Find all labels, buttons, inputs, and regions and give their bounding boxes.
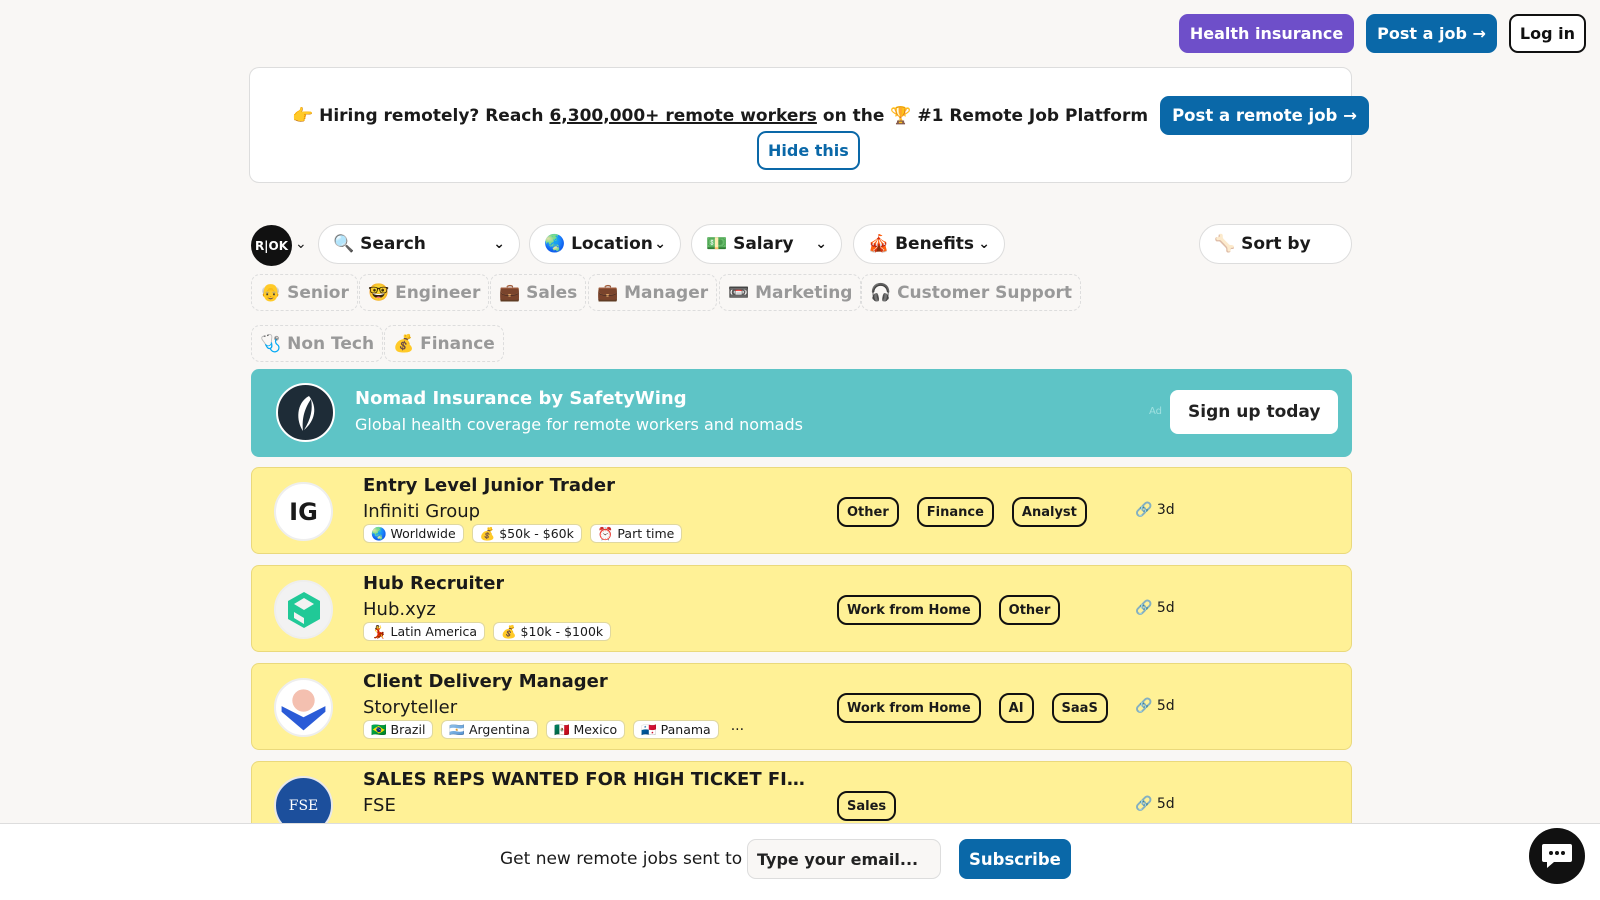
salary-badge: 💰 $50k - $60k <box>471 524 582 543</box>
post-job-button[interactable]: Post a job → <box>1366 14 1497 53</box>
posted-time: 🔗 5d <box>1135 600 1175 616</box>
company-logo-text: IG <box>289 497 318 526</box>
job-tag[interactable]: Sales <box>837 791 897 821</box>
company-name: Hub.xyz <box>363 599 436 620</box>
job-tag[interactable]: SaaS <box>1051 693 1108 723</box>
job-meta: 💃 Latin America 💰 $10k - $100k <box>363 622 612 641</box>
location-badge: 🇵🇦 Panama <box>633 720 719 739</box>
subscribe-text: Get new remote jobs sent to <box>500 849 743 869</box>
banner-suffix: on the 🏆 #1 Remote Job Platform <box>822 105 1149 126</box>
feather-icon <box>276 383 335 442</box>
posted-time: 🔗 5d <box>1135 698 1175 714</box>
sign-up-button[interactable]: Sign up today <box>1170 390 1339 434</box>
subscribe-bar: Get new remote jobs sent to Subscribe <box>0 823 1600 900</box>
location-badge: 💃 Latin America <box>363 622 485 641</box>
chevron-down-icon: ⌄ <box>978 236 990 252</box>
job-title[interactable]: Entry Level Junior Trader <box>363 475 615 496</box>
tag-marketing[interactable]: 📼 Marketing <box>719 274 862 311</box>
job-tag[interactable]: Other <box>837 497 899 527</box>
company-name: Infiniti Group <box>363 501 481 522</box>
job-title[interactable]: SALES REPS WANTED FOR HIGH TICKET FINANC… <box>363 769 813 790</box>
company-logo <box>274 678 333 737</box>
site-logo[interactable]: R|OK <box>251 225 292 266</box>
filter-bar: R|OK ⌄ 🔍 Search ⌄ 🌏 Location ⌄ 💵 Salary … <box>251 224 1352 266</box>
job-tag[interactable]: Analyst <box>1011 497 1087 527</box>
company-name: FSE <box>363 795 396 816</box>
subscribe-button[interactable]: Subscribe <box>959 839 1071 879</box>
job-tags: Work from Home Other <box>837 595 1061 625</box>
company-name: Storyteller <box>363 697 458 718</box>
email-input[interactable] <box>747 839 941 879</box>
hiring-banner: 👉 Hiring remotely? Reach 6,300,000+ remo… <box>249 67 1369 183</box>
location-badge: 🇦🇷 Argentina <box>441 720 538 739</box>
health-insurance-button[interactable]: Health insurance <box>1178 14 1355 53</box>
ad-title: Nomad Insurance by SafetyWing <box>355 388 687 409</box>
company-logo <box>274 580 333 639</box>
chat-icon[interactable] <box>1529 828 1585 884</box>
tag-senior[interactable]: 👴 Senior <box>251 274 358 311</box>
chevron-down-icon[interactable]: ⌄ <box>295 236 307 252</box>
salary-filter[interactable]: 💵 Salary ⌄ <box>691 224 842 264</box>
job-tags: Sales <box>837 791 897 821</box>
job-tag[interactable]: Work from Home <box>837 693 981 723</box>
job-type-badge: ⏰ Part time <box>589 524 683 543</box>
job-tag[interactable]: Finance <box>916 497 994 527</box>
tag-manager[interactable]: 💼 Manager <box>588 274 718 311</box>
job-row[interactable]: Client Delivery Manager Storyteller 🇧🇷 B… <box>251 663 1352 750</box>
salary-badge: 💰 $10k - $100k <box>493 622 612 641</box>
chevron-down-icon: ⌄ <box>815 236 827 252</box>
job-tags: Other Finance Analyst <box>837 497 1087 527</box>
job-tags: Work from Home AI SaaS <box>837 693 1108 723</box>
tag-non-tech[interactable]: 🩺 Non Tech <box>251 325 384 362</box>
post-remote-job-button[interactable]: Post a remote job → <box>1160 96 1369 135</box>
sort-by-label: 🦴 Sort by <box>1214 234 1311 254</box>
chevron-down-icon: ⌄ <box>654 236 666 252</box>
ad-subtitle: Global health coverage for remote worker… <box>355 415 803 434</box>
benefits-filter[interactable]: 🎪 Benefits ⌄ <box>853 224 1005 264</box>
posted-time: 🔗 3d <box>1135 502 1175 518</box>
ad-label: Ad <box>1149 406 1163 417</box>
search-filter-label: 🔍 Search <box>333 234 426 254</box>
job-meta: 🇧🇷 Brazil 🇦🇷 Argentina 🇲🇽 Mexico 🇵🇦 Pana… <box>363 720 744 739</box>
tag-customer-support[interactable]: 🎧 Customer Support <box>861 274 1082 311</box>
location-badge: 🇧🇷 Brazil <box>363 720 434 739</box>
salary-filter-label: 💵 Salary <box>706 234 794 254</box>
sort-by-button[interactable]: 🦴 Sort by <box>1199 224 1352 264</box>
banner-link[interactable]: 6,300,000+ remote workers <box>549 106 816 126</box>
job-row[interactable]: Hub Recruiter Hub.xyz 💃 Latin America 💰 … <box>251 565 1352 652</box>
banner-message: 👉 Hiring remotely? Reach 6,300,000+ remo… <box>292 96 1369 135</box>
location-filter-label: 🌏 Location <box>544 234 653 254</box>
login-button[interactable]: Log in <box>1508 14 1586 53</box>
location-filter[interactable]: 🌏 Location ⌄ <box>529 224 681 264</box>
tag-sales[interactable]: 💼 Sales <box>490 274 587 311</box>
posted-time: 🔗 5d <box>1135 796 1175 812</box>
hide-banner-button[interactable]: Hide this <box>757 131 860 170</box>
company-logo-text: FSE <box>288 797 319 814</box>
banner-prefix: 👉 Hiring remotely? Reach <box>292 105 544 126</box>
job-tag[interactable]: Other <box>998 595 1061 625</box>
job-meta: 🌏 Worldwide 💰 $50k - $60k ⏰ Part time <box>363 524 683 543</box>
benefits-filter-label: 🎪 Benefits <box>868 234 975 254</box>
job-row[interactable]: IG Entry Level Junior Trader Infiniti Gr… <box>251 467 1352 554</box>
tag-finance[interactable]: 💰 Finance <box>384 325 504 362</box>
job-title[interactable]: Hub Recruiter <box>363 573 504 594</box>
storyteller-logo-icon <box>281 689 326 731</box>
top-actions: Health insurance Post a job → Log in <box>1178 14 1586 53</box>
job-tag[interactable]: Work from Home <box>837 595 981 625</box>
hub-logo-icon <box>287 591 320 628</box>
location-badge: 🇲🇽 Mexico <box>545 720 626 739</box>
job-tag[interactable]: AI <box>998 693 1034 723</box>
company-logo: IG <box>274 482 333 541</box>
job-title[interactable]: Client Delivery Manager <box>363 671 608 692</box>
location-badge: 🌏 Worldwide <box>363 524 464 543</box>
search-filter[interactable]: 🔍 Search ⌄ <box>318 224 520 264</box>
chevron-down-icon: ⌄ <box>493 236 505 252</box>
safetywing-ad[interactable]: Nomad Insurance by SafetyWing Global hea… <box>251 369 1352 457</box>
more-locations-icon[interactable]: ··· <box>731 722 744 738</box>
tag-engineer[interactable]: 🤓 Engineer <box>359 274 490 311</box>
